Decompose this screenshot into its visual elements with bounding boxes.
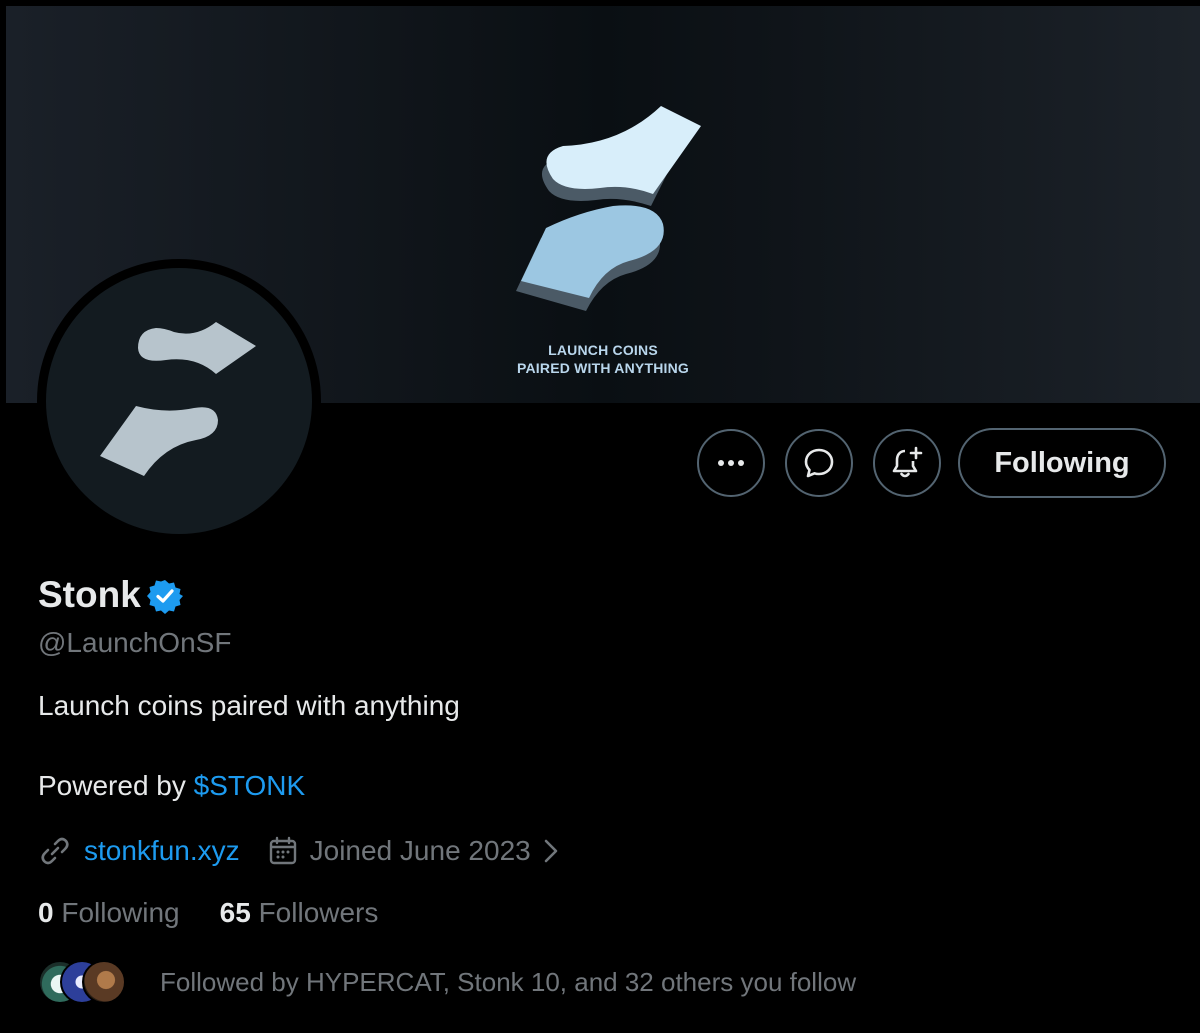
message-button[interactable] (785, 429, 853, 497)
bell-plus-icon (892, 446, 923, 478)
followers-count-label: Followers (250, 897, 379, 928)
more-horizontal-icon (718, 460, 744, 466)
profile-bio: Launch coins paired with anything (38, 690, 460, 721)
followers-count-link[interactable]: 65 Followers (220, 897, 379, 929)
following-count: 0 (38, 897, 54, 928)
powered-prefix: Powered by (38, 770, 194, 801)
more-options-button[interactable] (697, 429, 765, 497)
link-icon (41, 837, 69, 865)
verified-badge-icon[interactable] (146, 578, 183, 614)
profile-name-row: Stonk (38, 574, 183, 616)
notify-button[interactable] (873, 429, 941, 497)
follow-counts: 0 Following 65 Followers (38, 897, 378, 929)
stonk-avatar-logo-icon (100, 322, 256, 476)
profile-handle: @LaunchOnSF (38, 627, 232, 658)
followed-by-text: Followed by HYPERCAT, Stonk 10, and 32 o… (160, 966, 857, 997)
profile-powered-by: Powered by $STONK (38, 770, 305, 802)
calendar-icon (268, 836, 298, 866)
profile-meta-row: stonkfun.xyz Joined June 2023 (38, 834, 559, 868)
message-bubble-icon (804, 448, 834, 478)
cashtag-link[interactable]: $STONK (194, 770, 306, 801)
profile-avatar[interactable] (46, 268, 312, 534)
chevron-right-icon[interactable] (543, 838, 559, 864)
display-name: Stonk (38, 574, 141, 615)
website-link[interactable]: stonkfun.xyz (84, 835, 240, 867)
followed-by-row[interactable]: Followed by HYPERCAT, Stonk 10, and 32 o… (38, 960, 856, 1004)
following-button[interactable]: Following (958, 428, 1166, 498)
following-count-label: Following (53, 897, 180, 928)
stonk-logo-icon (516, 106, 701, 311)
third-avatar (82, 960, 126, 1004)
following-count-link[interactable]: 0 Following (38, 897, 180, 929)
joined-date[interactable]: Joined June 2023 (310, 835, 531, 867)
followers-count: 65 (219, 897, 251, 928)
